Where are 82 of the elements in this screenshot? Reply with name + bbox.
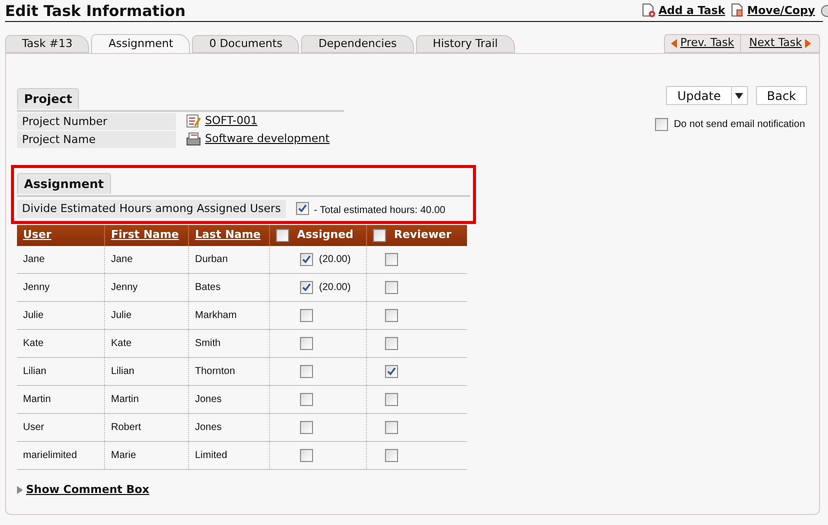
tab[interactable]: 0 Documents [192,35,300,53]
checkbox[interactable] [385,393,398,406]
column-header: Assigned [297,227,354,244]
section-header: Assignment [17,173,111,194]
filing-tray-icon [186,132,201,146]
table-cell-text: Jenny [23,281,50,295]
checkbox[interactable] [300,365,313,378]
field-label: Divide Estimated Hours among Assigned Users [17,200,286,218]
table-cell-text: Jones [195,421,222,435]
table-cell-text: Lilian [111,365,134,379]
column-sort-link[interactable]: User [23,227,52,244]
tab[interactable]: Dependencies [301,35,414,53]
section-header: Project [17,88,80,109]
back-button[interactable]: Back [756,86,807,105]
table-cell-text: Smith [195,337,221,351]
field-label: Project Name [17,130,176,148]
checkbox[interactable] [300,393,313,406]
notepad-icon [186,114,201,128]
header-link[interactable]: Move/Copy [747,2,815,19]
checkbox[interactable] [276,229,289,242]
field-label: Project Number [17,112,176,130]
table-cell-text: Lilian [23,365,46,379]
table-cell-text: Julie [23,309,44,323]
caret-icon [735,92,744,98]
checkbox[interactable] [385,337,398,350]
checkbox-label: Do not send email notification [674,118,805,132]
checkbox[interactable] [654,118,668,131]
checkbox[interactable] [385,365,398,378]
header-link[interactable]: Add a Task [658,2,726,19]
table-cell-text: Martin [23,393,51,407]
column-header: Reviewer [394,227,452,244]
table-cell-text: Robert [111,421,142,435]
table-cell-text: Martin [111,393,139,407]
table-cell-text: Bates [195,281,221,295]
checkbox[interactable] [300,337,313,350]
hours-text: (20.00) [319,281,351,295]
checkbox[interactable] [296,202,309,215]
table-cell-text: Jones [195,393,222,407]
table-cell-text: Limited [195,449,228,463]
checkbox[interactable] [300,309,313,322]
tab[interactable]: Assignment [91,34,190,53]
checkbox[interactable] [300,281,313,294]
column-sort-link[interactable]: Last Name [195,227,261,244]
checkbox[interactable] [300,421,313,434]
tab[interactable]: Task #13 [5,35,90,53]
update-button[interactable]: Update [666,86,732,105]
document-add-icon [642,3,656,18]
table-cell-text: Jenny [111,281,138,295]
project-link[interactable]: Software development [205,130,330,148]
page-title: Edit Task Information [5,4,186,19]
total-hours-text: - Total estimated hours: 40.00 [314,204,446,218]
next-task-link[interactable]: Next Task [741,35,819,52]
left-arrow-icon [671,39,678,48]
table-cell-text: Kate [111,337,132,351]
checkbox[interactable] [385,449,398,462]
column-sort-link[interactable]: First Name [111,227,179,244]
table-cell-text: User [23,421,44,435]
table-cell-text: Marie [111,449,136,463]
checkbox[interactable] [300,449,313,462]
checkbox[interactable] [373,229,386,242]
table-cell-text: marielimited [23,449,77,463]
table-cell-text: Jane [111,253,133,267]
checkbox[interactable] [385,281,398,294]
table-cell-text: Durban [195,253,228,267]
document-copy-icon [731,3,746,18]
expand-triangle-icon[interactable] [17,486,23,494]
show-comment-link[interactable]: Show Comment Box [26,482,150,498]
table-cell-text: Thornton [195,365,236,379]
checkbox[interactable] [385,309,398,322]
table-cell-text: Markham [195,309,237,323]
checkbox[interactable] [385,253,398,266]
prev-task-link[interactable]: Prev. Task [665,35,742,52]
checkbox[interactable] [385,421,398,434]
table-cell-text: Kate [23,337,44,351]
hours-text: (20.00) [319,253,351,267]
tab[interactable]: History Trail [416,35,515,53]
project-link[interactable]: SOFT-001 [205,112,258,130]
right-arrow-icon [805,39,811,48]
checkbox[interactable] [300,253,313,266]
table-cell-text: Julie [111,309,132,323]
table-cell-text: Jane [23,253,45,267]
dropdown-button[interactable] [732,86,748,105]
